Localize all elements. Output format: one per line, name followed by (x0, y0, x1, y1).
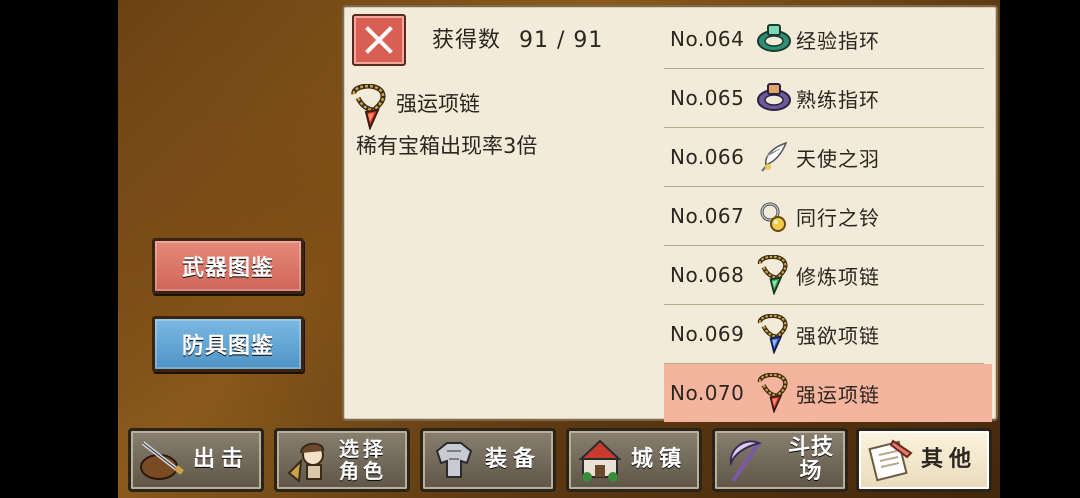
blue-necklace-icon (757, 314, 788, 354)
sword-shield-icon (140, 441, 184, 480)
item-number: No.070 (670, 381, 745, 405)
list-item[interactable]: No.066 天使之羽 (664, 128, 984, 187)
item-number: No.066 (670, 145, 745, 169)
list-item[interactable]: No.068 修炼项链 (664, 246, 984, 305)
list-item[interactable]: No.067 同行之铃 (664, 187, 984, 246)
item-name: 同行之铃 (796, 205, 880, 230)
list-item[interactable]: No.065 熟练指环 (664, 69, 984, 128)
item-number: No.069 (670, 322, 745, 346)
character-icon (287, 442, 324, 483)
item-name: 天使之羽 (796, 146, 880, 171)
item-number: No.068 (670, 263, 745, 287)
tab-label-line2: 角色 (339, 459, 387, 483)
item-name: 经验指环 (796, 28, 880, 53)
tab-label: 斗技场 (787, 434, 834, 484)
close-button[interactable] (352, 14, 406, 66)
item-list[interactable]: No.064 经验指环 No.065 熟练指环 No.066 天使之羽 No.0… (664, 10, 992, 422)
list-item[interactable]: No.064 经验指环 (664, 10, 984, 69)
castle-icon (578, 439, 622, 482)
green-necklace-icon (757, 255, 788, 295)
tab-label: 出击 (193, 446, 250, 472)
tab-equipment[interactable]: 装备 (420, 428, 556, 492)
tab-label: 其他 (921, 446, 978, 472)
tab-sortie[interactable]: 出击 (128, 428, 264, 492)
tab-arena[interactable]: 斗技场 (712, 428, 848, 492)
armor-icon (435, 442, 473, 478)
obtained-count-label: 获得数 (432, 28, 502, 53)
item-name: 修炼项链 (796, 264, 880, 289)
item-name: 强运项链 (796, 382, 880, 407)
purple-ring-icon (757, 83, 791, 111)
tab-other[interactable]: 其他 (856, 428, 992, 492)
bottom-nav: 出击 选择 角色 装备 城镇 斗技场 其他 (128, 428, 994, 494)
item-number: No.065 (670, 86, 745, 110)
list-item-selected[interactable]: No.070 强运项链 (664, 364, 992, 422)
green-ring-icon (757, 24, 791, 52)
red-necklace-icon (351, 84, 386, 130)
item-number: No.064 (670, 27, 745, 51)
selected-item-name: 强运项链 (396, 92, 480, 116)
tab-label: 选择 角色 (339, 438, 387, 482)
tab-label: 装备 (485, 446, 542, 472)
list-item[interactable]: No.069 强欲项链 (664, 305, 984, 364)
scythe-icon (729, 440, 762, 483)
obtained-count: 获得数 91 / 91 (432, 22, 603, 54)
armor-catalog-button[interactable]: 防具图鉴 (152, 316, 304, 372)
tab-label-line1: 选择 (339, 437, 387, 461)
tab-label: 城镇 (631, 446, 688, 472)
tab-town[interactable]: 城镇 (566, 428, 702, 492)
weapon-catalog-button[interactable]: 武器图鉴 (152, 238, 304, 294)
scroll-icon (868, 439, 913, 482)
item-name: 强欲项链 (796, 323, 880, 348)
feather-icon (761, 141, 788, 172)
tab-select-character[interactable]: 选择 角色 (274, 428, 410, 492)
selected-item-description: 稀有宝箱出现率3倍 (356, 134, 538, 158)
close-icon (365, 26, 393, 54)
item-name: 熟练指环 (796, 87, 880, 112)
red-necklace-icon (757, 373, 788, 413)
obtained-count-value: 91 / 91 (519, 28, 604, 53)
bell-icon (760, 202, 786, 232)
item-number: No.067 (670, 204, 745, 228)
